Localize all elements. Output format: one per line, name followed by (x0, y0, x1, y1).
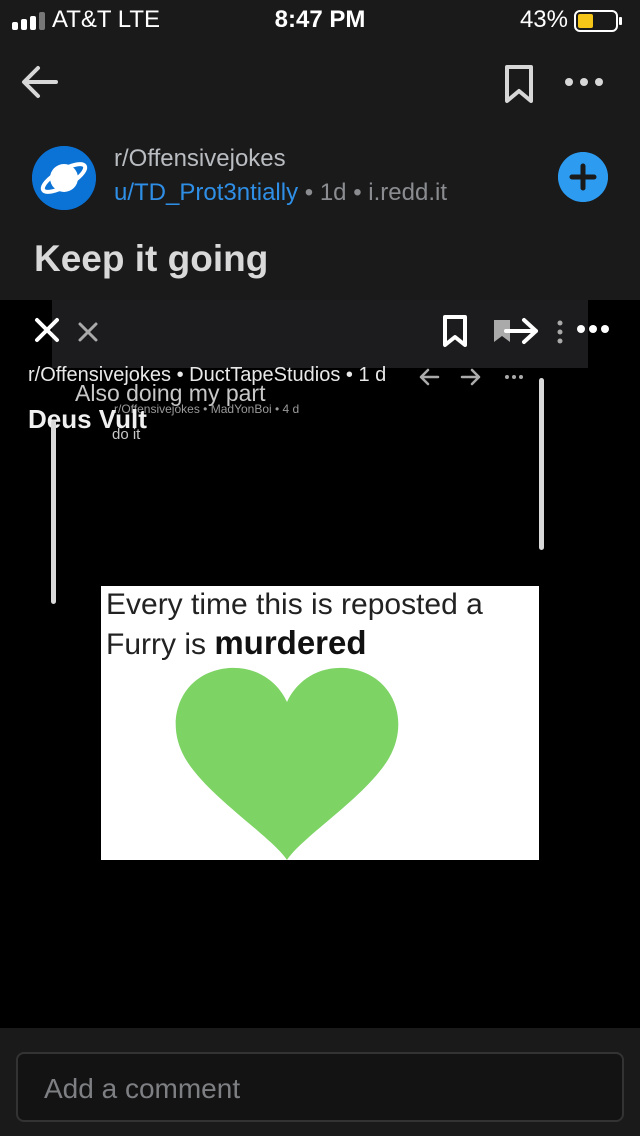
meta-separator: • (353, 179, 369, 206)
meme-caption-line2: Furry is murdered (106, 624, 483, 664)
subreddit-link[interactable]: r/Offensivejokes (114, 145, 286, 173)
post-domain[interactable]: i.redd.it (368, 179, 447, 206)
post-image[interactable]: r/Offensivejokes • DuctTapeStudios • 1 d… (0, 300, 640, 1028)
meta-separator: • (275, 402, 283, 416)
comment-bar: Add a comment (0, 1028, 640, 1136)
arrow-right-icon (460, 368, 481, 386)
meme-image: Every time this is reposted a Furry is m… (101, 586, 539, 860)
join-plus-icon[interactable] (558, 152, 608, 202)
comment-input[interactable]: Add a comment (16, 1052, 624, 1122)
battery-icon (574, 10, 622, 32)
more-horizontal-icon (505, 375, 523, 379)
close-icon (35, 318, 59, 342)
nested-age: 1 d (358, 364, 387, 386)
more-vertical-icon (557, 320, 563, 344)
more-horizontal-icon[interactable] (562, 70, 606, 94)
post-meta: u/TD_Prot3ntially • 1d • i.redd.it (114, 179, 447, 207)
green-heart-icon (175, 667, 399, 860)
bookmark-icon[interactable] (502, 64, 536, 104)
post-header: r/Offensivejokes u/TD_Prot3ntially • 1d … (0, 40, 640, 300)
nested-age-2: 4 d (282, 402, 300, 416)
meme-caption: Every time this is reposted a Furry is m… (106, 586, 483, 664)
meme-caption-bold: murdered (214, 624, 367, 661)
nested-border-right (539, 378, 544, 550)
meta-separator: • (304, 179, 320, 206)
bookmark-icon (443, 315, 467, 347)
share-arrow-icon (494, 318, 538, 344)
subreddit-avatar-icon[interactable] (32, 146, 96, 210)
back-arrow-icon[interactable] (20, 62, 60, 102)
comment-placeholder: Add a comment (44, 1073, 241, 1104)
meta-separator: • (345, 364, 359, 386)
post-title: Keep it going (34, 238, 269, 279)
meme-caption-line1: Every time this is reposted a (106, 588, 483, 621)
close-icon (78, 322, 98, 342)
post-age: 1d (319, 179, 347, 206)
battery-percent: 43% (519, 6, 568, 33)
author-link[interactable]: u/TD_Prot3ntially (114, 179, 298, 206)
nested-author-2: MadYonBoi (210, 402, 272, 416)
nested-border-left (51, 420, 56, 604)
more-horizontal-icon (577, 325, 609, 333)
status-bar: AT&T LTE 8:47 PM 43% (0, 0, 640, 40)
meme-caption-prefix: Furry is (106, 628, 215, 661)
nested-subtitle-2: do it (112, 426, 141, 443)
meta-separator: • (203, 402, 211, 416)
arrow-left-icon (419, 368, 440, 386)
